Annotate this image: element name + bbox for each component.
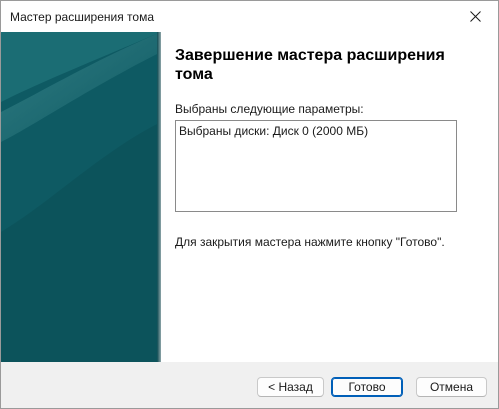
finish-button[interactable]: Готово: [331, 377, 403, 397]
page-title: Завершение мастера расширения тома: [175, 47, 445, 83]
close-button[interactable]: [452, 1, 498, 32]
window-title: Мастер расширения тома: [10, 10, 154, 24]
title-bar: Мастер расширения тома: [1, 1, 498, 32]
finish-hint: Для закрытия мастера нажмите кнопку "Гот…: [175, 235, 445, 249]
params-label: Выбраны следующие параметры:: [175, 102, 364, 116]
wizard-body: Завершение мастера расширения тома Выбра…: [1, 32, 498, 362]
cancel-button[interactable]: Отмена: [416, 377, 487, 397]
params-textbox[interactable]: Выбраны диски: Диск 0 (2000 МБ): [175, 120, 457, 212]
close-icon: [469, 11, 481, 22]
wizard-window: Мастер расширения тома Завершение мастер…: [0, 0, 499, 409]
wizard-banner-image: [1, 32, 161, 362]
banner-edge: [157, 32, 161, 362]
params-text: Выбраны диски: Диск 0 (2000 МБ): [179, 124, 369, 138]
wizard-footer: < Назад Готово Отмена: [1, 362, 498, 408]
wizard-content: Завершение мастера расширения тома Выбра…: [175, 32, 498, 362]
back-button[interactable]: < Назад: [257, 377, 324, 397]
